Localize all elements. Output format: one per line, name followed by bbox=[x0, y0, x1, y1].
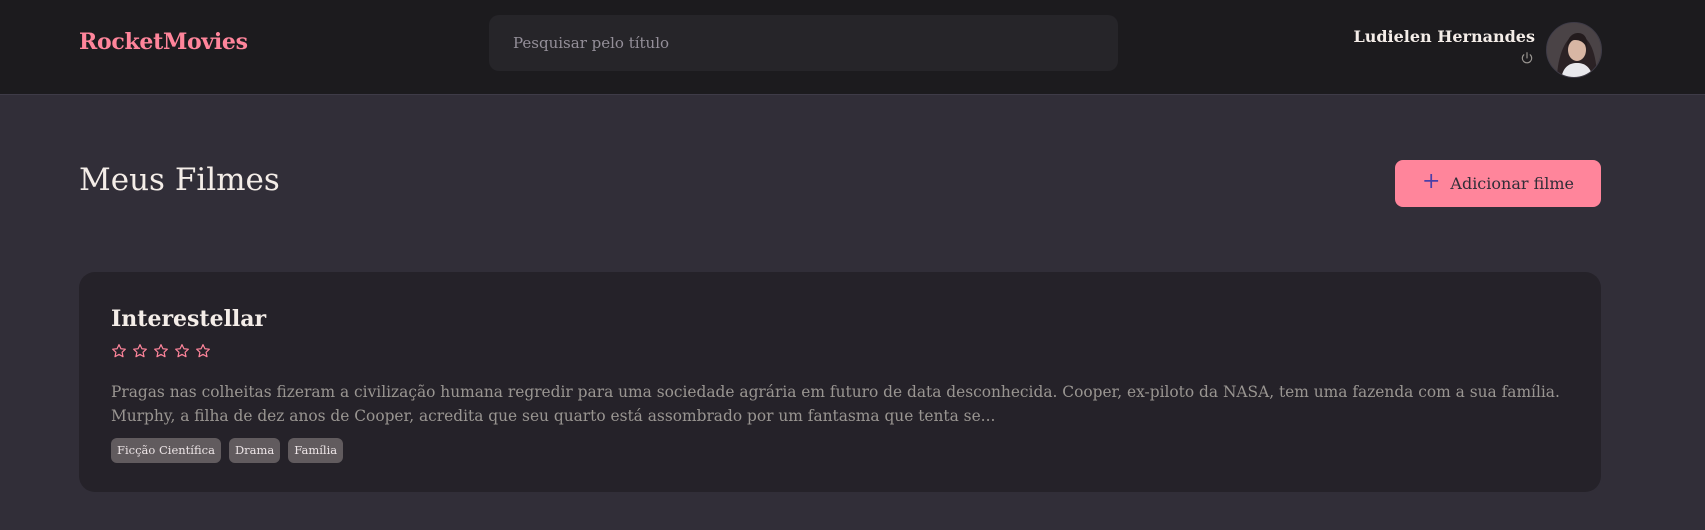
add-movie-button[interactable]: + Adicionar filme bbox=[1395, 160, 1601, 207]
user-name[interactable]: Ludielen Hernandes bbox=[1353, 27, 1535, 46]
star-icon bbox=[112, 344, 126, 358]
app-logo[interactable]: RocketMovies bbox=[79, 29, 248, 55]
page-title: Meus Filmes bbox=[79, 162, 280, 198]
add-movie-label: Adicionar filme bbox=[1450, 174, 1575, 193]
avatar[interactable] bbox=[1546, 22, 1602, 78]
star-icon bbox=[196, 344, 210, 358]
tag-list: Ficção Científica Drama Família bbox=[111, 438, 344, 463]
rating-stars bbox=[111, 343, 211, 359]
plus-icon: + bbox=[1421, 169, 1441, 194]
avatar-photo-icon bbox=[1547, 23, 1601, 77]
movie-description: Pragas nas colheitas fizeram a civilizaç… bbox=[111, 383, 1560, 425]
tag: Ficção Científica bbox=[111, 438, 221, 463]
movie-card[interactable]: Interestellar Pragas nas colheitas fizer… bbox=[79, 272, 1601, 492]
star-icon bbox=[154, 344, 168, 358]
tag: Drama bbox=[228, 438, 281, 463]
app-header: RocketMovies Ludielen Hernandes bbox=[0, 0, 1705, 95]
star-icon bbox=[175, 344, 189, 358]
power-icon[interactable] bbox=[1520, 51, 1534, 65]
star-icon bbox=[133, 344, 147, 358]
movie-title: Interestellar bbox=[111, 306, 267, 332]
tag: Família bbox=[288, 438, 344, 463]
search-input[interactable] bbox=[489, 15, 1118, 71]
